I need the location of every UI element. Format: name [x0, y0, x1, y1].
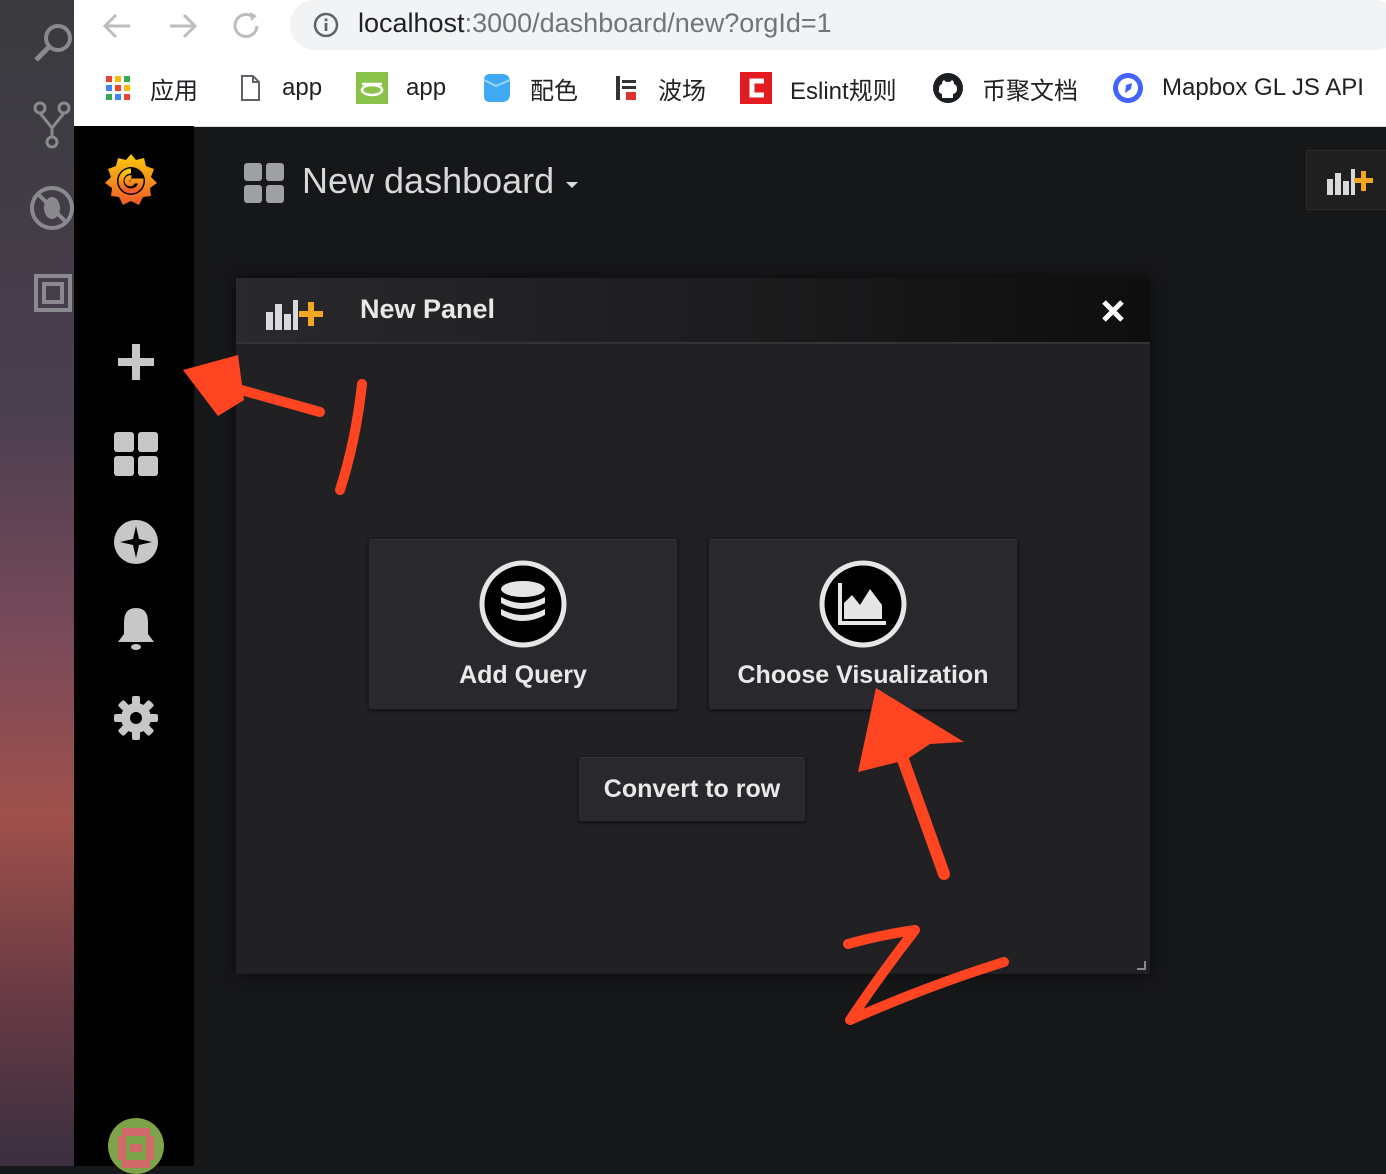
bookmark-eslint[interactable]: Eslint规则 — [740, 66, 897, 110]
github-icon — [933, 73, 963, 103]
bookmark-app-2[interactable]: app — [356, 66, 446, 110]
reload-icon[interactable] — [226, 6, 266, 46]
dashboards-icon[interactable] — [112, 430, 160, 478]
red-c-icon — [740, 72, 772, 104]
panel-title: New Panel — [360, 294, 496, 324]
grafana-logo-icon[interactable] — [100, 150, 162, 212]
address-bar[interactable]: localhost:3000/dashboard/new?orgId=1 — [290, 0, 1386, 50]
info-icon[interactable] — [312, 11, 340, 39]
panel-add-chart-icon — [266, 300, 323, 330]
green-logo-icon — [356, 72, 388, 104]
add-query-label: Add Query — [459, 661, 587, 689]
bookmark-app-1[interactable]: app — [236, 66, 322, 110]
blue-cube-icon — [483, 74, 511, 102]
extensions-icon[interactable] — [28, 268, 80, 320]
configuration-gear-icon[interactable] — [112, 694, 160, 742]
editor-activity-bar — [0, 0, 74, 1166]
bookmark-colors[interactable]: 配色 — [480, 66, 578, 110]
explore-compass-icon[interactable] — [112, 518, 160, 566]
database-icon — [479, 560, 567, 648]
dashboard-title[interactable]: New dashboard — [302, 160, 554, 202]
tron-icon — [616, 76, 636, 100]
new-panel: New Panel Add Query Choose Visualization… — [236, 278, 1150, 974]
forward-arrow-icon[interactable] — [162, 6, 202, 46]
apps-grid-icon — [106, 76, 130, 100]
browser-chrome: localhost:3000/dashboard/new?orgId=1 应用 … — [74, 0, 1386, 127]
plus-icon[interactable] — [112, 338, 160, 386]
bookmarks-bar: 应用 app app 配色 波场 Eslint规则 币聚文档 Mapbox GL… — [104, 66, 1384, 110]
search-icon[interactable] — [28, 18, 80, 70]
add-panel-button[interactable] — [1306, 150, 1386, 210]
back-arrow-icon[interactable] — [98, 6, 138, 46]
bookmark-tron[interactable]: 波场 — [612, 66, 706, 110]
grafana-sidebar — [74, 126, 194, 1166]
bookmark-apps[interactable]: 应用 — [104, 66, 198, 110]
mapbox-icon — [1113, 73, 1143, 103]
bookmark-mapbox[interactable]: Mapbox GL JS API — [1112, 66, 1364, 110]
alerting-bell-icon[interactable] — [112, 604, 160, 652]
dashboard-grid-icon — [244, 163, 284, 203]
area-chart-icon — [819, 560, 907, 648]
close-icon[interactable] — [1100, 298, 1126, 324]
source-control-icon[interactable] — [28, 100, 80, 152]
add-panel-icon — [1327, 169, 1373, 195]
choose-visualization-label: Choose Visualization — [737, 661, 989, 689]
add-query-button[interactable]: Add Query — [368, 538, 678, 710]
choose-visualization-button[interactable]: Choose Visualization — [708, 538, 1018, 710]
convert-to-row-button[interactable]: Convert to row — [578, 756, 806, 822]
url-text: localhost:3000/dashboard/new?orgId=1 — [358, 8, 832, 38]
caret-down-icon[interactable] — [564, 180, 580, 190]
debug-icon[interactable] — [28, 182, 80, 234]
panel-header: New Panel — [236, 278, 1150, 344]
bookmark-docs[interactable]: 币聚文档 — [932, 66, 1078, 110]
page-icon — [241, 75, 260, 101]
resize-handle-icon[interactable] — [1136, 960, 1146, 970]
